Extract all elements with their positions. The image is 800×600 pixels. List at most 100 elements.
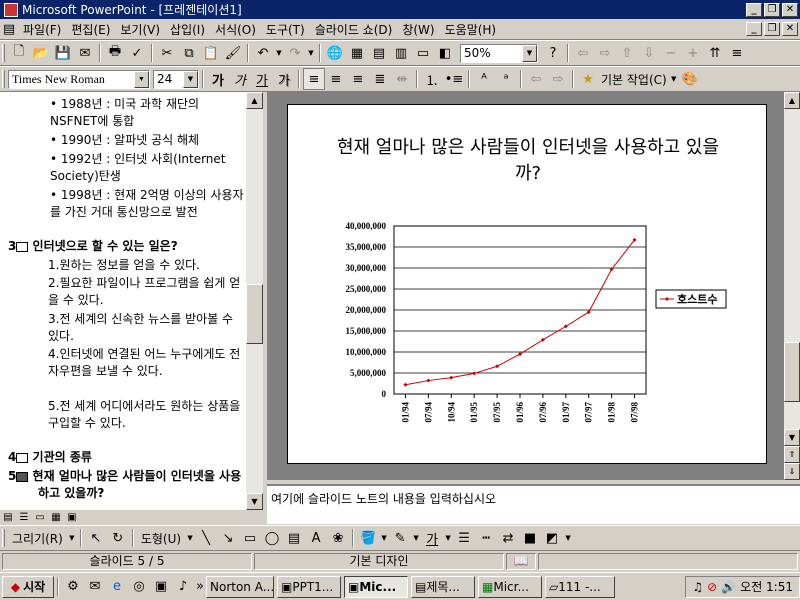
quicklaunch-icon[interactable]: ⚙ <box>62 576 84 598</box>
outline-slide-5[interactable]: 5 현재 얼마나 많은 사람들이 인터넷을 사용하고 있을까? <box>8 468 246 502</box>
rectangle-icon[interactable]: ▭ <box>239 527 261 549</box>
save-icon[interactable]: 💾 <box>52 42 74 64</box>
slide-view-icon[interactable]: ▭ <box>32 510 48 524</box>
quicklaunch-more-icon[interactable]: » <box>194 576 206 598</box>
restore-button[interactable]: ❐ <box>764 2 780 17</box>
3d-icon[interactable]: ◩ <box>541 527 563 549</box>
tables-icon[interactable]: ▦ <box>346 42 368 64</box>
move-down-icon[interactable]: ⇩ <box>638 42 660 64</box>
toolbar-grip[interactable] <box>2 44 5 62</box>
wordart-icon[interactable]: A <box>305 527 327 549</box>
doc-restore-button[interactable]: ❐ <box>764 22 780 36</box>
outline-bullet[interactable]: • 1992년 : 인터넷 사회(Internet Society)탄생 <box>50 151 246 185</box>
tray-icon[interactable]: ⊘ <box>707 580 717 594</box>
doc-minimize-button[interactable]: _ <box>746 22 762 36</box>
promote-icon[interactable]: ⇦ <box>572 42 594 64</box>
cut-icon[interactable]: ✂ <box>156 42 178 64</box>
toolbar-grip[interactable] <box>2 70 5 88</box>
close-button[interactable]: ✕ <box>782 2 798 17</box>
normal-view-icon[interactable]: ▤ <box>0 510 16 524</box>
underline-button[interactable]: 가 <box>251 68 273 90</box>
outline-scrollbar[interactable]: ▲ ▼ <box>246 92 263 510</box>
paste-icon[interactable]: 📋 <box>200 42 222 64</box>
menu-window[interactable]: 창(W) <box>397 21 439 38</box>
increase-font-icon[interactable]: ᴬ <box>473 68 495 90</box>
hyperlink-icon[interactable]: 🌐 <box>324 42 346 64</box>
email-icon[interactable]: ✉ <box>74 42 96 64</box>
free-rotate-icon[interactable]: ↻ <box>107 527 129 549</box>
scroll-thumb[interactable] <box>246 284 263 344</box>
decrease-font-icon[interactable]: ᵃ <box>495 68 517 90</box>
spelling-status-icon[interactable]: 📖 <box>506 552 536 570</box>
shadow-icon[interactable]: ■ <box>519 527 541 549</box>
outline-item[interactable]: 3.전 세계의 신속한 뉴스를 받아볼 수 있다. <box>48 311 244 345</box>
notes-pane[interactable]: 여기에 슬라이드 노트의 내용을 입력하십시오 <box>267 484 800 524</box>
bold-button[interactable]: 가 <box>207 68 229 90</box>
menu-file[interactable]: 파일(F) <box>18 21 66 38</box>
dash-style-icon[interactable]: ┅ <box>475 527 497 549</box>
zoom-select[interactable]: 50% ▼ <box>460 43 538 63</box>
italic-button[interactable]: 가 <box>229 68 251 90</box>
minimize-button[interactable]: _ <box>746 2 762 17</box>
new-slide-icon[interactable]: ▭ <box>412 42 434 64</box>
tray-icon[interactable]: ♫ <box>692 580 703 594</box>
apply-design-icon[interactable]: 🎨 <box>679 68 701 90</box>
undo-dropdown-icon[interactable]: ▼ <box>274 42 284 64</box>
undo-icon[interactable]: ↶ <box>252 42 274 64</box>
spelling-icon[interactable]: ✓ <box>126 42 148 64</box>
textbox-icon[interactable]: ▤ <box>283 527 305 549</box>
draw-dropdown-icon[interactable]: ▼ <box>67 527 77 549</box>
task-button-active[interactable]: ▣ Mic... <box>344 575 408 598</box>
collapse-icon[interactable]: − <box>660 42 682 64</box>
animation-effects-icon[interactable]: ★ <box>577 68 599 90</box>
help-icon[interactable]: ? <box>542 42 564 64</box>
slide-sorter-icon[interactable]: ▦ <box>48 510 64 524</box>
menu-insert[interactable]: 삽입(I) <box>165 21 210 38</box>
volume-icon[interactable]: 🔊 <box>721 580 736 594</box>
redo-icon[interactable]: ↷ <box>284 42 306 64</box>
fill-color-icon[interactable]: 🪣 <box>357 527 379 549</box>
3d-dropdown-icon[interactable]: ▼ <box>563 527 573 549</box>
task-button[interactable]: ▣ PPT1... <box>277 575 341 598</box>
doc-close-button[interactable]: ✕ <box>782 22 798 36</box>
slide-scrollbar[interactable]: ▲ ▼ ⇑ ⇓ <box>784 92 800 480</box>
toolbar-grip[interactable] <box>2 529 5 547</box>
promote-format-icon[interactable]: ⇦ <box>525 68 547 90</box>
task-button[interactable]: ▦ Micr... <box>478 575 542 598</box>
distribute-icon[interactable]: ⇹ <box>391 68 413 90</box>
copy-icon[interactable]: ⧉ <box>178 42 200 64</box>
menu-tools[interactable]: 도구(T) <box>261 21 310 38</box>
common-tasks-button[interactable]: 기본 작업(C) <box>599 71 669 88</box>
demote-format-icon[interactable]: ⇨ <box>547 68 569 90</box>
quicklaunch-icon[interactable]: ◎ <box>128 576 150 598</box>
demote-icon[interactable]: ⇨ <box>594 42 616 64</box>
line-icon[interactable]: ╲ <box>195 527 217 549</box>
font-color-icon[interactable]: 가 <box>421 527 443 549</box>
expand-icon[interactable]: + <box>682 42 704 64</box>
insert-table-icon[interactable]: ▤ <box>368 42 390 64</box>
internet-explorer-icon[interactable]: e <box>106 576 128 598</box>
outline-slide-3[interactable]: 3 인터넷으로 할 수 있는 일은? <box>8 238 246 255</box>
oval-icon[interactable]: ◯ <box>261 527 283 549</box>
menu-edit[interactable]: 편집(E) <box>66 21 115 38</box>
clock[interactable]: 오전 1:51 <box>740 578 793 595</box>
grayscale-icon[interactable]: ◧ <box>434 42 456 64</box>
align-center-icon[interactable]: ≡ <box>325 68 347 90</box>
outline-item[interactable]: 5.전 세계 어디에서라도 원하는 상품을 구입할 수 있다. <box>48 398 244 432</box>
insert-chart-icon[interactable]: ▥ <box>390 42 412 64</box>
outline-bullet[interactable]: • 1990년 : 알파넷 공식 해체 <box>50 132 246 149</box>
line-style-icon[interactable]: ☰ <box>453 527 475 549</box>
autoshapes-menu-button[interactable]: 도형(U) <box>137 530 185 547</box>
common-tasks-dropdown-icon[interactable]: ▼ <box>669 68 679 90</box>
start-button[interactable]: ◆ 시작 <box>2 575 54 598</box>
autoshapes-dropdown-icon[interactable]: ▼ <box>185 527 195 549</box>
shadow-button[interactable]: 가 <box>273 68 295 90</box>
powerpoint-app-icon[interactable] <box>4 2 18 17</box>
line-color-icon[interactable]: ✎ <box>389 527 411 549</box>
new-icon[interactable]: 🗋 <box>8 42 30 64</box>
quicklaunch-icon[interactable]: ▣ <box>150 576 172 598</box>
task-button[interactable]: Norton A... <box>206 575 274 598</box>
outline-bullet[interactable]: • 1998년 : 현재 2억명 이상의 사용자를 가진 거대 통신망으로 발전 <box>50 187 246 221</box>
bullets-icon[interactable]: •≡ <box>443 68 465 90</box>
outline-item[interactable]: 4.인터넷에 연결된 어느 누구에게도 전자우편을 보낼 수 있다. <box>48 346 244 380</box>
